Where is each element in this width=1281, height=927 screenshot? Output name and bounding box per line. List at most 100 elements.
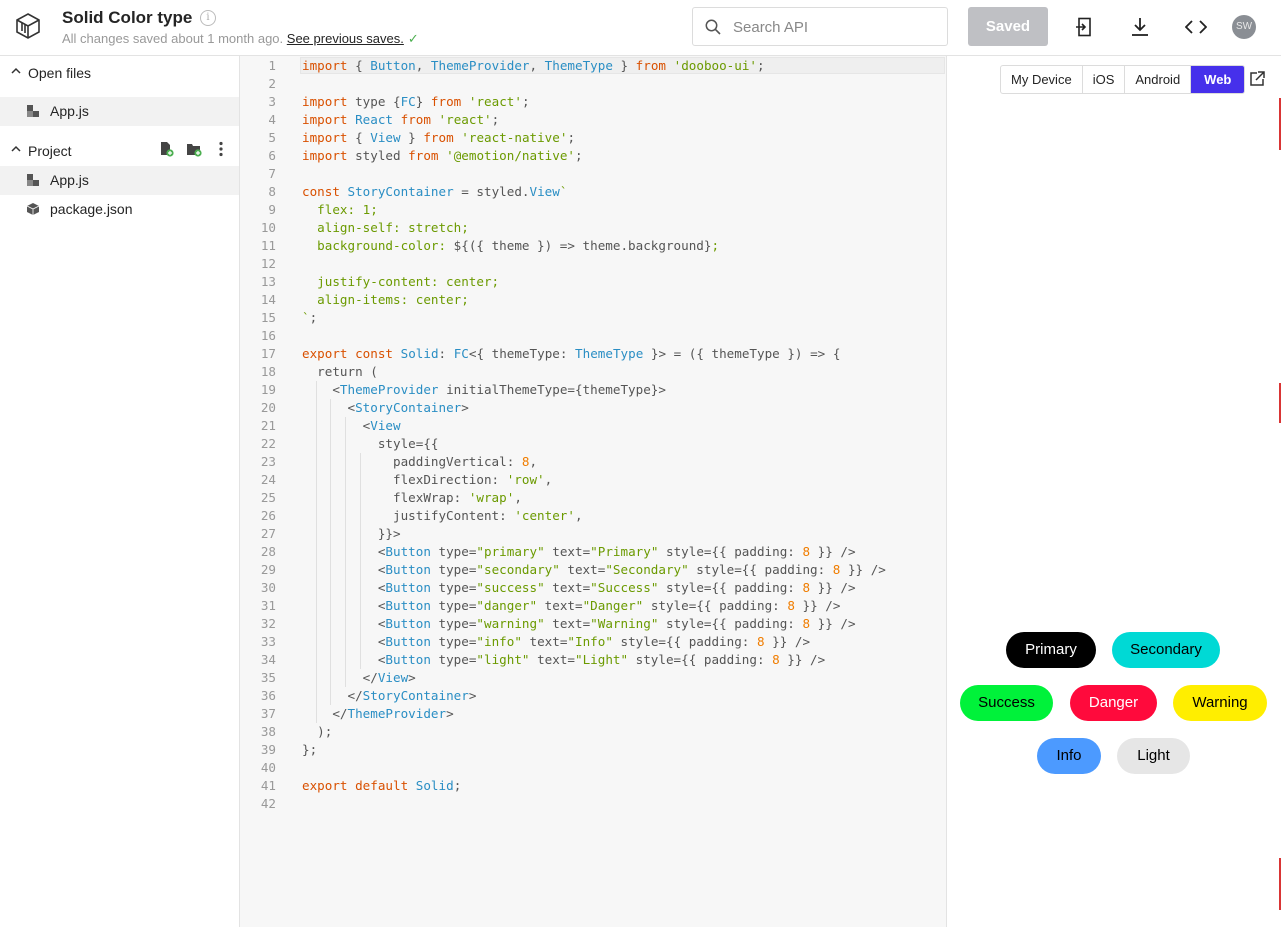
code-text: justify-content: center; <box>302 273 499 291</box>
preview-primary-button[interactable]: Primary <box>1006 632 1096 668</box>
search-input[interactable] <box>733 15 933 39</box>
code-token: ; <box>453 778 462 793</box>
line-number: 15 <box>260 310 276 325</box>
code-text: <Button type="secondary" text="Secondary… <box>302 561 886 579</box>
info-icon[interactable]: i <box>200 10 216 26</box>
line-number: 38 <box>260 724 276 739</box>
code-token: : <box>438 346 454 361</box>
code-token: < <box>302 562 386 577</box>
code-text: flex: 1; <box>302 201 378 219</box>
code-text: <Button type="warning" text="Warning" st… <box>302 615 856 633</box>
code-text: </StoryContainer> <box>302 687 476 705</box>
tab-android[interactable]: Android <box>1125 66 1192 93</box>
tab-web[interactable]: Web <box>1191 66 1245 93</box>
preview-light-button[interactable]: Light <box>1117 738 1190 774</box>
line-number: 19 <box>260 382 276 397</box>
code-token: ; <box>575 148 583 163</box>
code-token: < <box>302 616 386 631</box>
new-folder-icon[interactable] <box>186 141 202 157</box>
code-editor[interactable]: 1 import { Button, ThemeProvider, ThemeTy… <box>240 56 947 927</box>
code-text: flexWrap: 'wrap', <box>302 489 522 507</box>
code-token: ); <box>302 724 333 739</box>
preview-secondary-button[interactable]: Secondary <box>1112 632 1220 668</box>
avatar[interactable]: SW <box>1232 15 1256 39</box>
code-text: <Button type="success" text="Success" st… <box>302 579 856 597</box>
preview-info-button[interactable]: Info <box>1037 738 1101 774</box>
code-token: justifyContent: <box>302 508 515 523</box>
preview-warning-button[interactable]: Warning <box>1173 685 1267 721</box>
open-files-header[interactable]: Open files <box>0 57 239 87</box>
js-file-icon <box>27 105 39 117</box>
project-label: Project <box>28 143 72 159</box>
preview-danger-button[interactable]: Danger <box>1070 685 1157 721</box>
saved-button[interactable]: Saved <box>968 7 1048 46</box>
code-token: ; <box>757 58 765 73</box>
code-token: } <box>612 58 636 73</box>
code-text: <ThemeProvider initialThemeType={themeTy… <box>302 381 666 399</box>
preview-success-button[interactable]: Success <box>960 685 1053 721</box>
line-number: 35 <box>260 670 276 685</box>
tab-ios[interactable]: iOS <box>1083 66 1126 93</box>
project-file-item[interactable]: package.json <box>0 195 239 224</box>
code-token: < <box>302 634 386 649</box>
code-token: "Primary" <box>590 544 659 559</box>
export-icon[interactable] <box>1071 14 1097 40</box>
code-text: flexDirection: 'row', <box>302 471 552 489</box>
indent-guide <box>316 381 317 723</box>
line-number: 26 <box>260 508 276 523</box>
previous-saves-link[interactable]: See previous saves. <box>287 31 404 46</box>
line-number: 7 <box>268 166 276 181</box>
code-token: < <box>302 652 386 667</box>
code-token: ` <box>302 310 310 325</box>
open-file-item[interactable]: App.js <box>0 97 239 126</box>
code-token: ThemeProvider <box>347 706 447 721</box>
code-token: > <box>468 688 477 703</box>
code-token: type= <box>430 598 477 613</box>
project-header[interactable]: Project <box>0 135 239 165</box>
code-text: ); <box>302 723 332 741</box>
expo-snack-logo-icon[interactable] <box>14 12 42 40</box>
line-number: 41 <box>260 778 276 793</box>
code-token: 'dooboo-ui' <box>673 58 758 73</box>
line-number: 16 <box>260 328 276 343</box>
platform-switcher: My Device iOS Android Web <box>1000 65 1246 94</box>
save-status-text: All changes saved about 1 month ago. <box>62 31 284 46</box>
download-icon[interactable] <box>1127 14 1153 40</box>
new-file-icon[interactable] <box>159 141 174 157</box>
code-token: }> = ({ themeType }) => { <box>643 346 841 361</box>
check-icon: ✓ <box>407 31 419 46</box>
line-number: 11 <box>260 238 276 253</box>
code-token: , <box>529 454 538 469</box>
more-options-icon[interactable] <box>214 141 228 157</box>
code-token: , <box>544 472 553 487</box>
code-token: ThemeProvider <box>430 58 530 73</box>
code-token: paddingVertical: <box>302 454 522 469</box>
project-title[interactable]: Solid Color type <box>62 8 192 28</box>
code-token: 'react' <box>468 94 522 109</box>
code-token: return ( <box>302 364 378 379</box>
code-token: }} /> <box>810 544 856 559</box>
code-token: default <box>355 778 409 793</box>
code-token: 8 <box>772 652 780 667</box>
code-token: Button <box>385 562 431 577</box>
code-token: }; <box>302 742 318 757</box>
tab-my-device[interactable]: My Device <box>1001 66 1083 93</box>
code-token: ${({ theme }) => theme.background} <box>453 238 712 253</box>
open-external-icon[interactable] <box>1249 71 1265 87</box>
sidebar: Open files App.js Project App.js package… <box>0 56 240 927</box>
code-token: text= <box>544 580 591 595</box>
code-token: View <box>370 130 401 145</box>
code-token: flex: 1; <box>302 202 378 217</box>
code-token: "Danger" <box>582 598 644 613</box>
code-token: </ <box>302 670 378 685</box>
code-token: < <box>302 598 386 613</box>
code-token: 'react' <box>438 112 492 127</box>
search-box[interactable] <box>692 7 948 46</box>
embed-code-icon[interactable] <box>1183 14 1209 40</box>
project-file-item[interactable]: App.js <box>0 166 239 195</box>
line-number: 5 <box>268 130 276 145</box>
code-token: ThemeProvider <box>339 382 439 397</box>
